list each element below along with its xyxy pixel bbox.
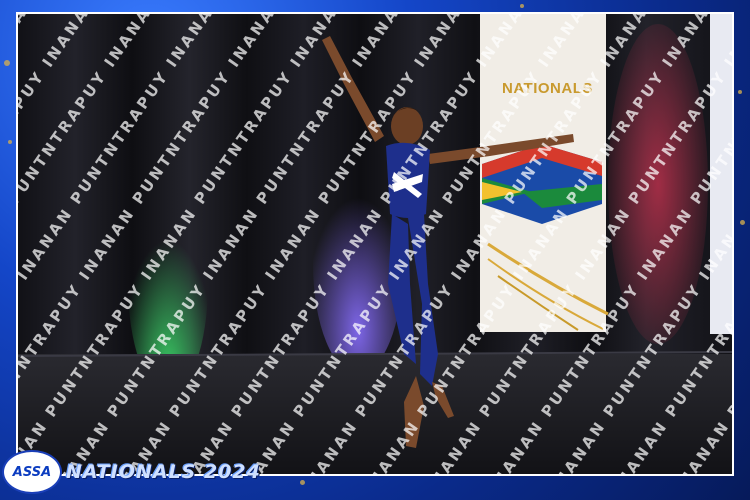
assa-logo: ASSA (4, 452, 60, 492)
gold-speckle (740, 220, 745, 225)
photo-frame: NATIONALS INANAN PUNTNTRAPUY INANAN PUNT… (0, 0, 750, 500)
banner-title: NATIONALS (502, 80, 593, 97)
gold-speckle (520, 4, 524, 8)
gold-speckle (738, 90, 742, 94)
stage-photo: NATIONALS INANAN PUNTNTRAPUY INANAN PUNT… (16, 12, 734, 476)
event-branding: ASSA NATIONALS 2024 (4, 452, 261, 492)
side-panel (710, 14, 732, 334)
gold-speckle (8, 140, 12, 144)
gold-speckle (300, 480, 305, 485)
gold-speckle (4, 60, 10, 66)
stage-scene (18, 14, 732, 474)
red-spotlight (608, 24, 708, 344)
event-title: NATIONALS 2024 (66, 461, 261, 483)
